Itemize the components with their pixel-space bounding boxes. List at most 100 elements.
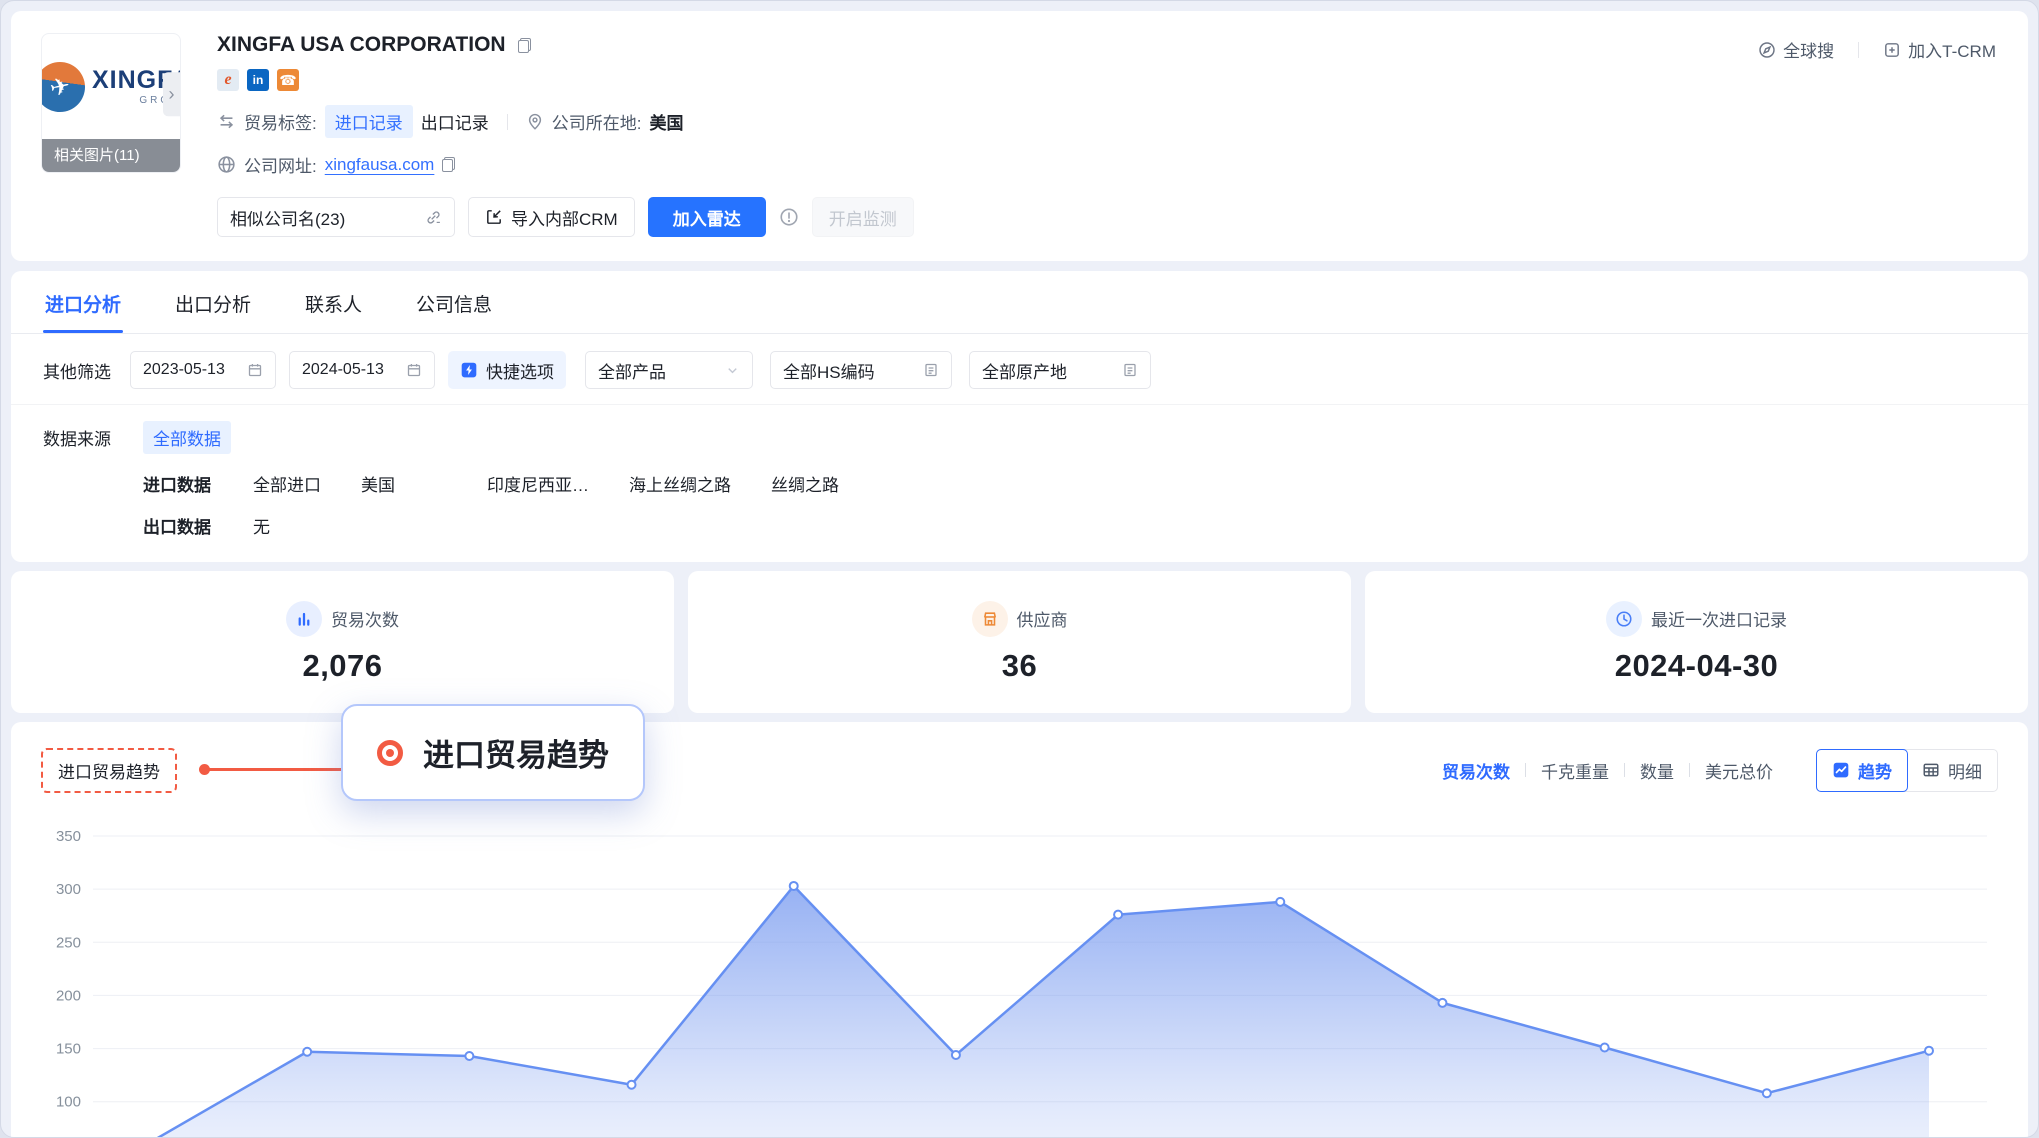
social-icons: e in ☎ bbox=[217, 69, 914, 91]
toggle-trend-view[interactable]: 趋势 bbox=[1816, 749, 1908, 792]
callout-text: 进口贸易趋势 bbox=[423, 730, 609, 775]
import-crm-label: 导入内部CRM bbox=[511, 205, 618, 230]
svg-text:100: 100 bbox=[56, 1094, 81, 1111]
location-label: 公司所在地: bbox=[552, 109, 642, 134]
add-radar-button[interactable]: 加入雷达 bbox=[648, 197, 766, 237]
website-label: 公司网址: bbox=[244, 152, 317, 177]
related-images-badge[interactable]: 相关图片(11) bbox=[42, 139, 180, 172]
toggle-detail-view[interactable]: 明细 bbox=[1907, 750, 1997, 791]
metric-kg-weight[interactable]: 千克重量 bbox=[1541, 758, 1609, 783]
copy-website-icon[interactable] bbox=[442, 157, 455, 172]
similar-companies-label: 相似公司名(23) bbox=[230, 205, 345, 230]
data-source-label: 数据来源 bbox=[43, 425, 143, 450]
website-social-icon[interactable]: e bbox=[217, 69, 239, 91]
date-to-input[interactable]: 2024-05-13 bbox=[289, 351, 435, 389]
import-item[interactable]: 丝绸之路 bbox=[771, 471, 839, 496]
data-source-section: 数据来源 全部数据 进口数据 全部进口 美国 印度尼西亚… 海上丝绸之路 丝绸之… bbox=[11, 405, 2028, 562]
crm-icon bbox=[1883, 41, 1901, 59]
linkedin-icon[interactable]: in bbox=[247, 69, 269, 91]
calendar-icon bbox=[406, 362, 422, 378]
global-search-button[interactable]: 全球搜 bbox=[1758, 37, 1834, 62]
stats-row: 贸易次数 2,076 供应商 36 最近一次进口记录 2024-04-30 bbox=[11, 571, 2028, 713]
stat-card-last-import: 最近一次进口记录 2024-04-30 bbox=[1365, 571, 2028, 713]
join-tcrm-button[interactable]: 加入T-CRM bbox=[1883, 37, 1996, 62]
origin-select[interactable]: 全部原产地 bbox=[969, 351, 1151, 389]
tab-contacts[interactable]: 联系人 bbox=[303, 271, 364, 333]
date-from-value: 2023-05-13 bbox=[143, 361, 225, 379]
import-item[interactable]: 美国 bbox=[361, 471, 395, 496]
copy-company-name-icon[interactable] bbox=[518, 38, 531, 53]
bar-chart-icon bbox=[286, 601, 322, 637]
svg-text:350: 350 bbox=[56, 828, 81, 845]
stat-value: 2,076 bbox=[302, 648, 382, 684]
metric-bar: 贸易次数 千克重量 数量 美元总价 趋势 bbox=[1442, 749, 1998, 792]
thumbnail-next-arrow[interactable]: › bbox=[163, 72, 180, 116]
page: 全球搜 加入T-CRM ✈ XINGFA GROUP 相关图片(11) bbox=[0, 0, 2039, 1138]
import-trend-card: 进口贸易趋势 进口贸易趋势 贸易次数 千克重量 数量 美元总价 bbox=[11, 722, 2028, 1138]
location-pin-icon bbox=[526, 113, 544, 131]
company-name: XINGFA USA CORPORATION bbox=[217, 33, 506, 57]
global-search-label: 全球搜 bbox=[1783, 37, 1834, 62]
phone-icon[interactable]: ☎ bbox=[277, 69, 299, 91]
import-icon bbox=[485, 208, 503, 226]
callout-bubble: 进口贸易趋势 bbox=[341, 704, 645, 801]
view-toggle-group: 趋势 明细 bbox=[1816, 749, 1998, 792]
export-record-tag[interactable]: 出口记录 bbox=[421, 109, 489, 134]
import-trend-area-chart: 0501001502002503003502023-052023-062023-… bbox=[41, 822, 2000, 1138]
link-icon bbox=[425, 209, 442, 226]
svg-text:250: 250 bbox=[56, 934, 81, 951]
quick-options-icon bbox=[460, 361, 478, 379]
divider bbox=[1689, 763, 1690, 777]
tab-bar: 进口分析 出口分析 联系人 公司信息 bbox=[11, 271, 2028, 334]
tab-export-analysis[interactable]: 出口分析 bbox=[173, 271, 253, 333]
trend-chart-icon bbox=[1832, 761, 1850, 779]
quick-options-button[interactable]: 快捷选项 bbox=[448, 351, 566, 389]
hs-code-select[interactable]: 全部HS编码 bbox=[770, 351, 952, 389]
company-logo-thumbnail[interactable]: ✈ XINGFA GROUP 相关图片(11) › bbox=[41, 33, 181, 173]
date-from-input[interactable]: 2023-05-13 bbox=[130, 351, 276, 389]
import-crm-button[interactable]: 导入内部CRM bbox=[468, 197, 635, 237]
stat-card-suppliers: 供应商 36 bbox=[688, 571, 1351, 713]
document-list-icon bbox=[923, 362, 939, 378]
company-logo: ✈ XINGFA GROUP bbox=[42, 34, 180, 140]
trade-label-title: 贸易标签: bbox=[244, 109, 317, 134]
metric-trade-count[interactable]: 贸易次数 bbox=[1442, 758, 1510, 783]
stat-label: 供应商 bbox=[1017, 606, 1068, 631]
import-data-items: 全部进口 美国 印度尼西亚… 海上丝绸之路 丝绸之路 bbox=[253, 471, 839, 496]
divider bbox=[1525, 763, 1526, 777]
start-monitor-button[interactable]: 开启监测 bbox=[812, 197, 914, 237]
clock-icon bbox=[1606, 601, 1642, 637]
all-data-tag[interactable]: 全部数据 bbox=[143, 421, 231, 454]
globe-icon bbox=[217, 155, 236, 174]
stat-value: 36 bbox=[1002, 648, 1037, 684]
chart-title: 进口贸易趋势 bbox=[41, 748, 177, 793]
calendar-icon bbox=[247, 362, 263, 378]
metric-usd-total[interactable]: 美元总价 bbox=[1705, 758, 1773, 783]
toggle-detail-label: 明细 bbox=[1948, 758, 1982, 783]
compass-icon bbox=[1758, 41, 1776, 59]
tab-import-analysis[interactable]: 进口分析 bbox=[43, 271, 123, 333]
chart-header: 进口贸易趋势 进口贸易趋势 贸易次数 千克重量 数量 美元总价 bbox=[41, 746, 1998, 794]
stat-label: 最近一次进口记录 bbox=[1651, 606, 1787, 631]
tab-company-info[interactable]: 公司信息 bbox=[414, 271, 494, 333]
logo-globe-plane-icon: ✈ bbox=[41, 57, 90, 116]
product-select[interactable]: 全部产品 bbox=[585, 351, 753, 389]
import-item[interactable]: 海上丝绸之路 bbox=[629, 471, 731, 496]
info-icon[interactable] bbox=[779, 207, 799, 227]
document-list-icon bbox=[1122, 362, 1138, 378]
import-record-tag[interactable]: 进口记录 bbox=[325, 105, 413, 138]
import-item[interactable]: 印度尼西亚… bbox=[487, 471, 589, 496]
divider bbox=[507, 114, 508, 130]
website-link[interactable]: xingfausa.com bbox=[325, 155, 435, 175]
stat-label: 贸易次数 bbox=[331, 606, 399, 631]
callout-target-icon bbox=[377, 740, 403, 766]
similar-companies-button[interactable]: 相似公司名(23) bbox=[217, 197, 455, 237]
import-item[interactable]: 全部进口 bbox=[253, 471, 321, 496]
export-data-value: 无 bbox=[253, 513, 270, 538]
product-select-value: 全部产品 bbox=[598, 358, 666, 383]
hs-code-value: 全部HS编码 bbox=[783, 358, 875, 383]
toggle-trend-label: 趋势 bbox=[1858, 758, 1892, 783]
quick-options-label: 快捷选项 bbox=[486, 358, 554, 383]
metric-quantity[interactable]: 数量 bbox=[1640, 758, 1674, 783]
header-buttons-row: 相似公司名(23) 导入内部CRM 加入雷达 bbox=[217, 197, 914, 237]
